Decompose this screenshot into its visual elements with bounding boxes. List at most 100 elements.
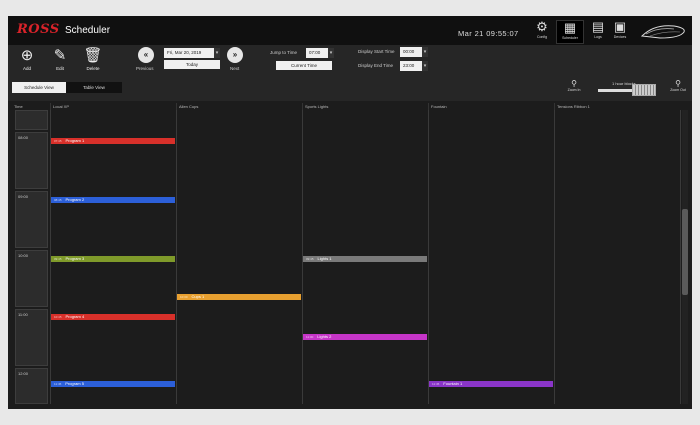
tab-schedule-view[interactable]: Schedule View: [12, 82, 66, 93]
column-header-tensions-ribbon: Tensions Ribbon 1: [554, 103, 680, 110]
column-divider: [428, 110, 429, 404]
start-time-field[interactable]: 00:00: [400, 47, 422, 57]
view-bar: Schedule View Table View ⚲ Zoom In 1 hou…: [8, 77, 692, 101]
event-program-3[interactable]: 09:45 Program 3: [51, 256, 175, 262]
hour-label: 09:00: [18, 194, 29, 199]
current-time-button[interactable]: Current Time: [276, 61, 332, 70]
add-button[interactable]: ⊕ Add: [12, 47, 42, 75]
hour-label: 08:00: [18, 135, 29, 140]
trash-icon: 🗑: [83, 47, 103, 64]
previous-button[interactable]: «: [138, 47, 154, 63]
column-divider: [554, 110, 555, 404]
ross-logo: ROSS: [17, 22, 60, 37]
event-program-4[interactable]: 10:45 Program 4: [51, 314, 175, 320]
delete-button[interactable]: 🗑 Delete: [78, 47, 108, 75]
zoom-slider-thumb[interactable]: [632, 84, 656, 96]
date-dropdown[interactable]: ▾: [214, 48, 220, 58]
app-title: Scheduler: [65, 25, 111, 36]
zoom-out-button[interactable]: ⚲ Zoom Out: [668, 79, 688, 93]
gear-icon: ⚙: [536, 19, 548, 34]
start-time-label: Display Start Time: [358, 49, 395, 54]
event-label: Program 1: [65, 138, 85, 143]
event-label: Program 2: [65, 197, 85, 202]
clock-display: Mar 21 09:55:07: [458, 29, 519, 38]
hour-label: 11:00: [18, 312, 28, 317]
event-label: Cups 1: [191, 294, 205, 299]
nav-devices-label: Devices: [613, 35, 627, 39]
next-button[interactable]: »: [227, 47, 243, 63]
event-program-2[interactable]: 08:45 Program 2: [51, 197, 175, 203]
add-label: Add: [22, 66, 31, 71]
column-divider: [176, 110, 177, 404]
event-time: 11:45: [432, 382, 440, 386]
event-label: Lights 2: [317, 334, 332, 339]
column-header-local-xp: Local XP: [50, 103, 176, 110]
zoom-in-button[interactable]: ⚲ Zoom In: [564, 79, 584, 93]
start-time-dropdown[interactable]: ▾: [422, 47, 428, 57]
end-time-label: Display End Time: [358, 63, 394, 68]
pencil-icon: ✎: [53, 47, 67, 64]
nav-scheduler[interactable]: ▦ Scheduler: [556, 20, 584, 44]
next-label: Next: [230, 66, 240, 71]
nav-devices[interactable]: ▣ Devices: [606, 20, 634, 44]
column-header-fountain: Fountain: [428, 103, 554, 110]
hour-block: 11:00: [15, 309, 48, 366]
hour-block: 09:00: [15, 191, 48, 248]
plus-icon: ⊕: [20, 47, 34, 64]
event-lights-2[interactable]: 11:00 Lights 2: [303, 334, 427, 340]
jump-label: Jump to Time: [270, 50, 298, 55]
product-logo: [640, 25, 685, 39]
magnifier-minus-icon: ⚲: [675, 79, 681, 88]
end-time-dropdown[interactable]: ▾: [422, 61, 428, 71]
event-program-5[interactable]: 11:45 Program 5: [51, 381, 175, 387]
chevron-down-icon: ▾: [329, 50, 333, 56]
today-button[interactable]: Today: [164, 60, 220, 69]
chevron-down-icon: ▾: [423, 49, 427, 55]
event-time: 11:00: [306, 335, 314, 339]
delete-label: Delete: [86, 66, 100, 71]
hour-block-prev: [15, 110, 48, 130]
double-chevron-left-icon: «: [143, 50, 149, 59]
scheduler-app: ROSS Scheduler Mar 21 09:55:07 ⚙ Config …: [8, 16, 692, 409]
calendar-icon: ▦: [563, 20, 577, 35]
event-time: 10:45: [54, 315, 62, 319]
chevron-down-icon: ▾: [423, 63, 427, 69]
double-chevron-right-icon: »: [232, 50, 238, 59]
nav-config[interactable]: ⚙ Config: [528, 20, 556, 44]
event-label: Program 3: [65, 256, 85, 261]
date-field[interactable]: Fri, Mar 20, 2019: [164, 48, 214, 58]
event-label: Lights 1: [317, 256, 332, 261]
event-cups-1[interactable]: 10:30 Cups 1: [177, 294, 301, 300]
event-time: 07:45: [54, 139, 62, 143]
event-fountain-1[interactable]: 11:45 Fountain 1: [429, 381, 553, 387]
event-time: 11:45: [54, 382, 62, 386]
hour-block: 12:00: [15, 368, 48, 404]
nav-scheduler-label: Scheduler: [562, 36, 578, 40]
event-label: Program 5: [65, 381, 84, 386]
end-time-field[interactable]: 23:00: [400, 61, 422, 71]
column-header-sports-lights: Sports Lights: [302, 103, 428, 110]
schedule-grid: Time Local XP Allen Cups Sports Lights F…: [8, 103, 692, 409]
devices-icon: ▣: [613, 19, 627, 34]
event-lights-1[interactable]: 09:45 Lights 1: [303, 256, 427, 262]
event-label: Fountain 1: [443, 381, 463, 386]
event-time: 10:30: [180, 295, 188, 299]
hour-block: 08:00: [15, 132, 48, 189]
toolbar: ⊕ Add ✎ Edit 🗑 Delete « Previous Fri, Ma…: [8, 45, 692, 77]
event-time: 09:45: [54, 257, 62, 261]
event-program-1[interactable]: 07:45 Program 1: [51, 138, 175, 144]
jump-time-field[interactable]: 07:00: [306, 48, 328, 58]
edit-button[interactable]: ✎ Edit: [45, 47, 75, 75]
zoom-in-label: Zoom In: [567, 88, 581, 92]
tab-table-view[interactable]: Table View: [66, 82, 122, 93]
column-divider: [680, 110, 681, 404]
scrollbar-thumb[interactable]: [682, 209, 688, 295]
top-bar: ROSS Scheduler Mar 21 09:55:07 ⚙ Config …: [8, 16, 692, 45]
hour-label: 12:00: [18, 371, 29, 376]
event-time: 09:45: [306, 257, 314, 261]
event-label: Program 4: [65, 314, 85, 319]
event-time: 08:45: [54, 198, 62, 202]
edit-label: Edit: [56, 66, 64, 71]
jump-time-dropdown[interactable]: ▾: [328, 48, 334, 58]
column-header-allen-cups: Allen Cups: [176, 103, 302, 110]
